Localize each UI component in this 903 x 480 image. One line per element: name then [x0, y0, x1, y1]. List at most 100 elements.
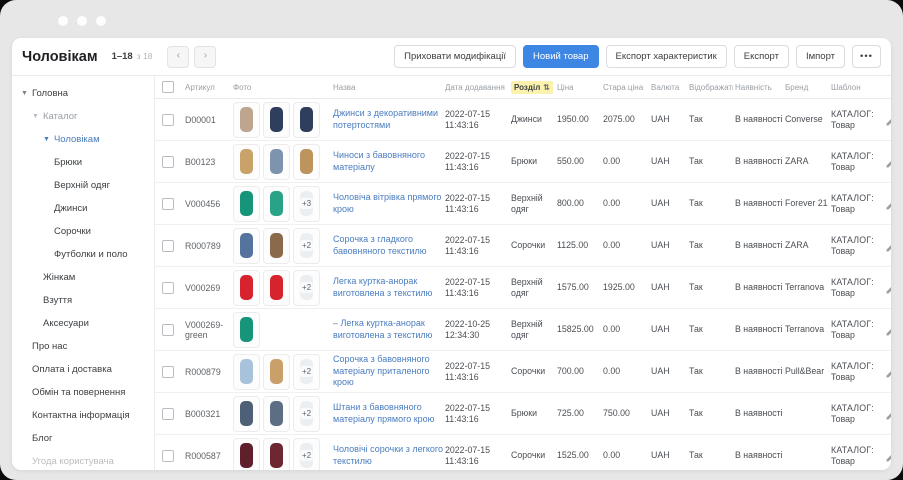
product-display: Так	[689, 408, 703, 418]
product-name-link[interactable]: Чоловічі сорочки з легкого текстилю	[333, 444, 443, 467]
column-header-sku[interactable]: Артикул	[185, 83, 231, 92]
sidebar-item-label: Каталог	[42, 111, 78, 122]
product-photo[interactable]	[233, 101, 260, 138]
product-photo[interactable]	[233, 437, 260, 470]
more-photos-badge[interactable]: +2	[293, 395, 320, 432]
product-photo[interactable]	[263, 143, 290, 180]
column-header-brand[interactable]: Бренд	[785, 83, 829, 92]
window-control-dot[interactable]	[77, 16, 87, 26]
product-name-link[interactable]: Чиноси з бавовняного матеріалу	[333, 150, 443, 173]
product-name-link[interactable]: – Легка куртка-анорак виготовлена з текс…	[333, 318, 443, 341]
column-header-display[interactable]: Відображати	[689, 83, 733, 92]
edit-icon[interactable]	[885, 324, 891, 336]
select-all-checkbox[interactable]	[162, 81, 174, 93]
product-photo[interactable]	[233, 185, 260, 222]
column-header-date[interactable]: Дата додавання	[445, 83, 509, 92]
sidebar-item[interactable]: Аксесуари	[12, 312, 154, 335]
sidebar-item[interactable]: ▼ Каталог	[12, 105, 154, 128]
column-header-section[interactable]: Розділ ⇅	[511, 80, 553, 94]
product-photo[interactable]	[263, 185, 290, 222]
window-control-dot[interactable]	[96, 16, 106, 26]
product-name-link[interactable]: Чоловіча вітрівка прямого крою	[333, 192, 443, 215]
row-checkbox[interactable]	[162, 239, 174, 252]
edit-icon[interactable]	[885, 282, 891, 294]
sidebar-item[interactable]: Взуття	[12, 289, 154, 312]
edit-icon[interactable]	[885, 366, 891, 378]
product-name-link[interactable]: Штани з бавовняного матеріалу прямого кр…	[333, 402, 443, 425]
row-checkbox[interactable]	[162, 449, 174, 462]
column-header-old-price[interactable]: Стара ціна	[603, 83, 649, 92]
product-photo[interactable]	[263, 437, 290, 470]
column-header-stock[interactable]: Наявність	[735, 83, 783, 92]
edit-icon[interactable]	[885, 450, 891, 462]
sidebar-item[interactable]: Угода користувача	[12, 450, 154, 470]
product-photo[interactable]	[263, 101, 290, 138]
product-photo[interactable]	[293, 143, 320, 180]
product-name-link[interactable]: Сорочка з бавовняного матеріалу притален…	[333, 354, 443, 389]
column-header-name[interactable]: Назва	[333, 83, 443, 92]
import-button[interactable]: Імпорт	[795, 45, 846, 68]
row-checkbox[interactable]	[162, 365, 174, 378]
sidebar-item[interactable]: Брюки	[12, 151, 154, 174]
row-checkbox[interactable]	[162, 197, 174, 210]
product-photo[interactable]	[263, 395, 290, 432]
column-header-photo[interactable]: Фото	[233, 83, 331, 92]
product-name-link[interactable]: Легка куртка-анорак виготовлена з тексти…	[333, 276, 443, 299]
new-product-button[interactable]: Новий товар	[523, 45, 599, 68]
column-header-currency[interactable]: Валюта	[651, 83, 687, 92]
product-photo[interactable]	[263, 353, 290, 390]
product-photo[interactable]	[263, 227, 290, 264]
more-photos-badge[interactable]: +3	[293, 185, 320, 222]
product-brand: ZARA	[785, 156, 809, 166]
product-photo[interactable]	[263, 269, 290, 306]
edit-icon[interactable]	[885, 198, 891, 210]
column-header-template[interactable]: Шаблон	[831, 83, 881, 92]
product-photo[interactable]	[233, 143, 260, 180]
row-checkbox[interactable]	[162, 323, 174, 336]
row-checkbox[interactable]	[162, 113, 174, 126]
sidebar-item[interactable]: Верхній одяг	[12, 174, 154, 197]
export-button[interactable]: Експорт	[733, 45, 789, 68]
edit-icon[interactable]	[885, 114, 891, 126]
more-actions-button[interactable]: •••	[852, 45, 881, 68]
sidebar-item[interactable]: Футболки и поло	[12, 243, 154, 266]
sidebar-item[interactable]: Контактна інформація	[12, 404, 154, 427]
row-checkbox[interactable]	[162, 281, 174, 294]
sidebar-item[interactable]: Джинси	[12, 197, 154, 220]
window-control-dot[interactable]	[58, 16, 68, 26]
column-header-price[interactable]: Ціна	[557, 83, 601, 92]
edit-icon[interactable]	[885, 156, 891, 168]
photo-list: +2	[233, 353, 331, 390]
more-photos-badge[interactable]: +2	[293, 269, 320, 306]
product-photo[interactable]	[233, 311, 260, 348]
sidebar-item[interactable]: Про нас	[12, 335, 154, 358]
product-name-link[interactable]: Сорочка з гладкого бавовняного текстилю	[333, 234, 443, 257]
product-photo[interactable]	[233, 227, 260, 264]
sidebar-item[interactable]: ▼ Головна	[12, 82, 154, 105]
product-photo[interactable]	[233, 395, 260, 432]
sidebar-item[interactable]: Блог	[12, 427, 154, 450]
more-photos-badge[interactable]: +2	[293, 437, 320, 470]
more-photos-badge[interactable]: +2	[293, 353, 320, 390]
sidebar-item[interactable]: Сорочки	[12, 220, 154, 243]
sidebar-item-label: Блог	[32, 433, 53, 444]
edit-icon[interactable]	[885, 408, 891, 420]
product-photo[interactable]	[293, 101, 320, 138]
more-photos-badge[interactable]: +2	[293, 227, 320, 264]
export-characteristics-button[interactable]: Експорт характеристик	[605, 45, 727, 68]
product-photo[interactable]	[233, 269, 260, 306]
row-checkbox[interactable]	[162, 407, 174, 420]
next-page-button[interactable]: ›	[194, 45, 217, 68]
sidebar-item[interactable]: Жінкам	[12, 266, 154, 289]
sidebar-item[interactable]: Обмін та повернення	[12, 381, 154, 404]
row-checkbox[interactable]	[162, 155, 174, 168]
product-name-link[interactable]: Джинси з декоративними потертостями	[333, 108, 443, 131]
product-photo[interactable]	[233, 353, 260, 390]
sort-icon[interactable]: ⇅	[543, 83, 550, 92]
edit-icon[interactable]	[885, 240, 891, 252]
sidebar-item[interactable]: ▼ Чоловікам	[12, 128, 154, 151]
product-old-price: 0.00	[603, 324, 621, 334]
hide-modifications-button[interactable]: Приховати модифікації	[394, 45, 517, 68]
prev-page-button[interactable]: ‹	[167, 45, 190, 68]
sidebar-item[interactable]: Оплата і доставка	[12, 358, 154, 381]
